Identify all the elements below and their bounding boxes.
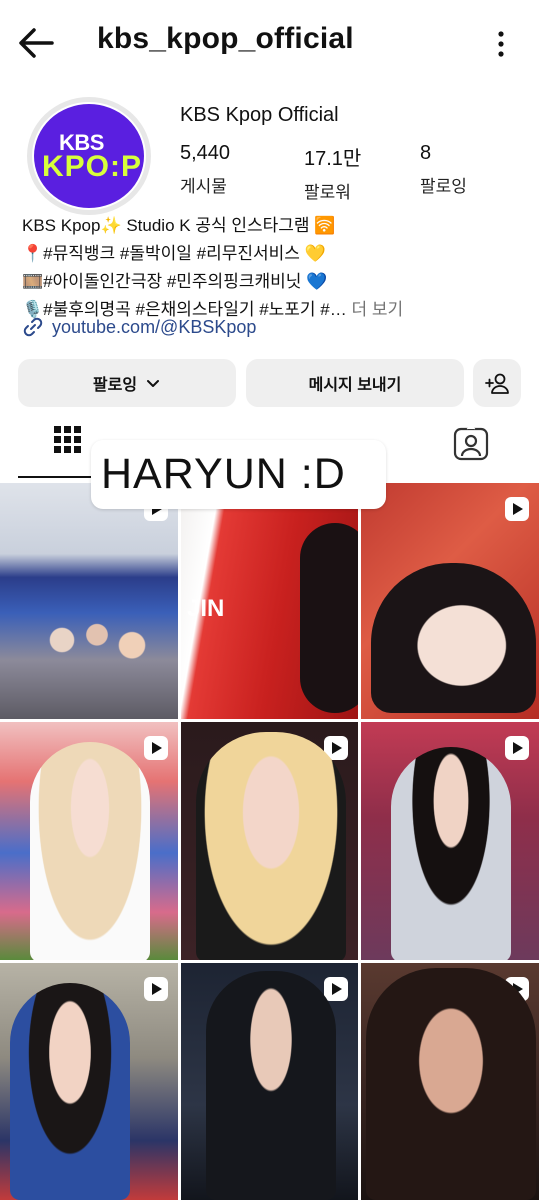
profile-avatar[interactable]: KBS KPO:P <box>24 97 154 215</box>
active-tab-indicator <box>18 476 92 478</box>
grid-post[interactable] <box>181 963 358 1200</box>
chevron-down-icon <box>147 380 160 387</box>
grid-post[interactable] <box>0 963 178 1200</box>
profile-link[interactable]: youtube.com/@KBSKpop <box>22 316 256 338</box>
grid-post[interactable]: JIN <box>181 483 358 719</box>
grid-post[interactable] <box>0 722 178 960</box>
stat-value: 8 <box>420 142 432 164</box>
bio-line: 📍#뮤직뱅크 #돌박이일 #리무진서비스 💛 <box>22 244 326 263</box>
bio-line: KBS Kpop✨ Studio K 공식 인스타그램 🛜 <box>22 216 336 235</box>
arrow-left-icon <box>19 28 54 58</box>
reel-icon <box>144 736 168 760</box>
profile-username: kbs_kpop_official <box>97 22 354 55</box>
tab-tagged[interactable] <box>452 425 490 462</box>
link-icon <box>23 317 43 337</box>
message-label: 메시지 보내기 <box>308 377 402 394</box>
grid-post[interactable] <box>361 963 539 1200</box>
reel-icon <box>144 977 168 1001</box>
add-person-icon <box>485 373 509 394</box>
reel-icon <box>324 977 348 1001</box>
stat-following[interactable]: 8 팔로잉 <box>420 142 467 197</box>
profile-bio: KBS Kpop✨ Studio K 공식 인스타그램 🛜 📍#뮤직뱅크 #돌박… <box>22 212 522 324</box>
grid-icon <box>54 426 81 453</box>
grid-post[interactable] <box>0 483 178 719</box>
stat-label: 팔로워 <box>304 183 351 202</box>
grid-post[interactable] <box>181 722 358 960</box>
reel-icon <box>505 736 529 760</box>
suggested-users-button[interactable] <box>473 359 521 407</box>
bio-more-link[interactable]: 더 보기 <box>352 300 404 319</box>
reel-icon <box>505 497 529 521</box>
overlay-caption: HARYUN :D <box>91 440 386 509</box>
stat-value: 17.1만 <box>304 148 362 170</box>
back-button[interactable] <box>16 26 56 60</box>
tile-caption: JIN <box>187 595 225 622</box>
grid-post[interactable] <box>361 483 539 719</box>
following-label: 팔로잉 <box>92 377 138 394</box>
avatar-logo-bottom: KPO:P <box>42 150 143 183</box>
stat-value: 5,440 <box>180 142 231 164</box>
message-button[interactable]: 메시지 보내기 <box>246 359 464 407</box>
tagged-person-icon <box>453 425 489 461</box>
tab-posts-grid[interactable] <box>52 424 84 460</box>
bio-line: 🎞️#아이돌인간극장 #민주의핑크캐비닛 💙 <box>22 272 328 291</box>
following-button[interactable]: 팔로잉 <box>18 359 236 407</box>
stat-posts[interactable]: 5,440 게시물 <box>180 142 230 197</box>
display-name: KBS Kpop Official <box>180 104 339 126</box>
grid-post[interactable] <box>361 722 539 960</box>
stat-label: 팔로잉 <box>420 177 467 196</box>
top-bar: kbs_kpop_official <box>0 0 539 88</box>
more-options-button[interactable] <box>493 30 509 60</box>
stat-label: 게시물 <box>180 177 227 196</box>
more-vertical-icon <box>498 31 504 57</box>
link-text: youtube.com/@KBSKpop <box>52 316 257 337</box>
stat-followers[interactable]: 17.1만 팔로워 <box>304 142 361 203</box>
